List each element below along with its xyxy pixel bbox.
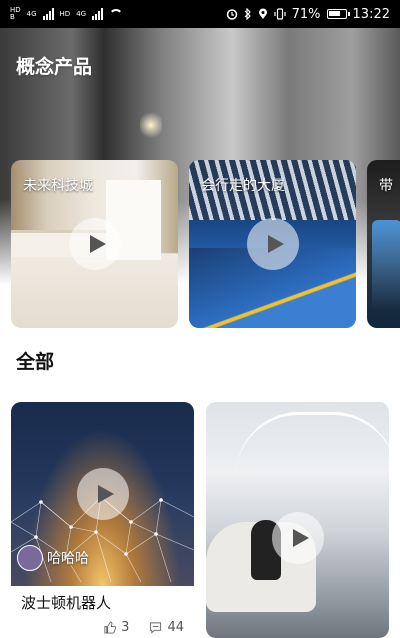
concept-card-label: 未来科技城 — [23, 178, 93, 194]
concept-section-title: 概念产品 — [16, 56, 93, 78]
thumbnail-glow — [372, 220, 400, 310]
video-title: 波士顿机器人 — [21, 594, 112, 612]
thumbnail-ceiling-curve — [236, 412, 389, 475]
play-icon[interactable] — [69, 218, 121, 270]
play-icon[interactable] — [77, 468, 129, 520]
concept-card[interactable]: 带 — [367, 160, 400, 328]
video-stats: 3 44 — [103, 620, 184, 635]
battery-icon — [326, 9, 350, 19]
sim1-b-tag: B — [10, 13, 15, 21]
author-name: 哈哈哈 — [47, 551, 89, 567]
video-card[interactable] — [206, 402, 389, 638]
play-icon[interactable] — [247, 218, 299, 270]
sim2-hd-tag: HD — [59, 9, 71, 18]
comment-icon[interactable] — [149, 621, 162, 634]
sim2-network: 4G — [76, 9, 87, 18]
clock: 13:22 — [352, 6, 390, 22]
all-section-title: 全部 — [16, 351, 55, 373]
concept-card[interactable]: 会行走的大厦 — [189, 160, 356, 328]
play-icon[interactable] — [272, 512, 324, 564]
sim1-indicator: HD B — [10, 7, 21, 21]
status-bar-right: 71% 13:22 — [226, 7, 390, 22]
concept-carousel[interactable]: 未来科技城 会行走的大厦 带 — [0, 160, 400, 328]
like-count: 3 — [121, 620, 130, 635]
video-card[interactable]: 哈哈哈 波士顿机器人 3 44 — [11, 402, 194, 638]
vibrate-icon — [274, 8, 286, 20]
alarm-icon — [226, 9, 237, 20]
wifi-icon — [109, 9, 124, 19]
avatar[interactable] — [17, 545, 43, 571]
concept-card[interactable]: 未来科技城 — [11, 160, 178, 328]
comment-count: 44 — [167, 620, 184, 635]
concept-card-label: 带 — [379, 178, 393, 194]
battery-percent: 71% — [291, 6, 321, 22]
signal-icon — [42, 8, 54, 20]
video-thumbnail: 哈哈哈 — [11, 402, 194, 586]
concept-card-label: 会行走的大厦 — [201, 178, 285, 194]
bluetooth-icon — [244, 8, 251, 20]
signal-icon — [92, 8, 104, 20]
status-bar-left: HD B 4G HD 4G — [10, 7, 124, 21]
video-thumbnail — [206, 402, 389, 638]
location-icon — [258, 8, 267, 19]
sim1-network: 4G — [26, 9, 37, 18]
author-info[interactable]: 哈哈哈 — [17, 545, 89, 571]
like-icon[interactable] — [103, 621, 117, 634]
status-bar: HD B 4G HD 4G 71% 13:22 — [0, 0, 400, 28]
